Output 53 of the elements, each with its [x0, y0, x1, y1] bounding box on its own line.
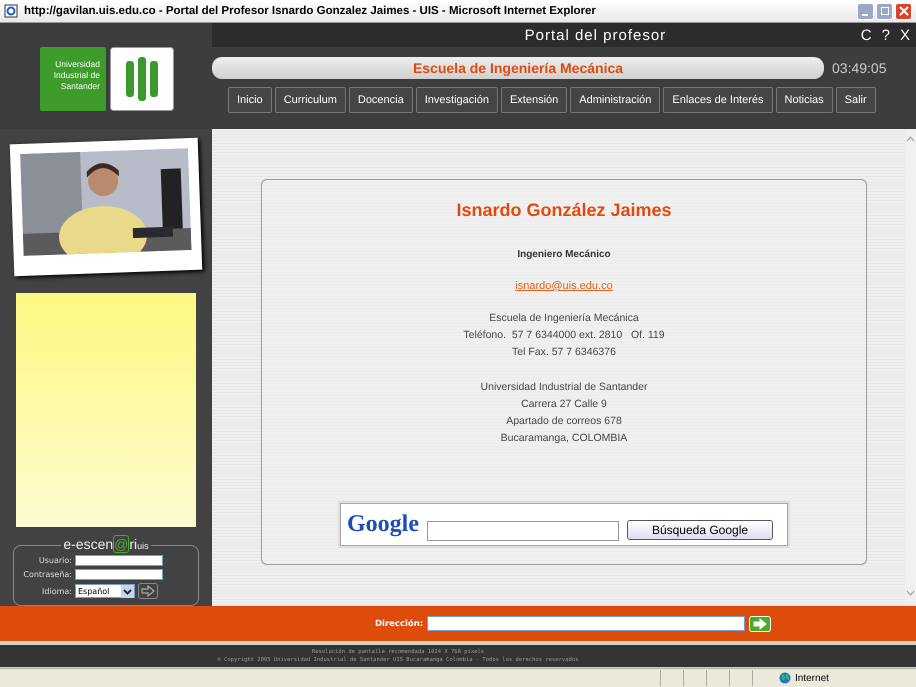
nav-button[interactable]: Curriculum — [274, 87, 346, 113]
zone-label: Internet — [795, 672, 829, 684]
nav-button[interactable]: Administración — [570, 87, 660, 113]
nav-button[interactable]: Docencia — [348, 87, 413, 113]
contact-line: Apartado de correos 678 — [506, 414, 622, 429]
password-field[interactable] — [75, 569, 163, 580]
clock-time: 03:49:05 — [832, 60, 886, 76]
header-control[interactable]: X — [898, 26, 912, 44]
scrollbar[interactable] — [905, 131, 916, 601]
address-field[interactable] — [427, 616, 746, 631]
nav-button[interactable]: Salir — [836, 87, 876, 113]
arrow-icon — [752, 618, 768, 630]
login-logo: e-escen@riuis — [61, 536, 151, 552]
contact-line: Universidad Industrial de Santander — [480, 380, 648, 395]
nav-button[interactable]: Extensión — [500, 87, 568, 113]
contact-line: Tel Fax. 57 7 6346376 — [512, 345, 616, 360]
portal-title: Portal del profesor — [524, 26, 668, 44]
globe-icon — [779, 672, 791, 684]
contact-line: Carrera 27 Calle 9 — [521, 397, 607, 412]
minimize-icon — [862, 14, 868, 16]
professor-name: Isnardo González Jaimes — [456, 200, 672, 221]
contact-line: Bucaramanga, COLOMBIA — [500, 431, 628, 446]
close-icon — [898, 6, 908, 16]
nav-button[interactable]: Noticias — [776, 87, 833, 113]
maximize-button[interactable] — [876, 2, 893, 20]
login-arrow-button[interactable] — [138, 583, 158, 599]
go-button[interactable] — [749, 616, 772, 632]
field-label: Idioma: — [41, 586, 72, 596]
header-control[interactable]: C — [858, 26, 874, 44]
close-button[interactable] — [895, 2, 912, 20]
contact-line: Escuela de Ingeniería Mecánica — [489, 311, 639, 326]
username-field[interactable] — [75, 555, 163, 566]
contact-line: Teléfono. 57 7 6344000 ext. 2810 Of. 119 — [463, 328, 665, 343]
field-label: Contraseña: — [22, 570, 72, 579]
page-icon — [4, 4, 18, 18]
address-label: Dirección: — [375, 618, 424, 628]
maximize-icon — [880, 6, 890, 16]
nav-button[interactable]: Inicio — [228, 87, 272, 113]
professor-title: Ingeniero Mecánico — [517, 249, 611, 260]
university-logo: Universidad Industrial de Santander — [40, 47, 106, 111]
search-field[interactable] — [427, 520, 619, 540]
uis-logo-icon — [110, 47, 174, 111]
nav-button[interactable]: Enlaces de Interés — [663, 87, 773, 113]
nav-button[interactable]: Investigación — [416, 87, 498, 113]
school-banner: Escuela de Ingeniería Mecánica — [212, 57, 824, 79]
header-control[interactable]: ? — [880, 26, 892, 44]
search-logo: Google — [347, 511, 419, 538]
window-title: http://gavilan.uis.edu.co - Portal del Profesor Isnardo Gonzalez Jaimes - UIS - Microsoft Internet Explorer — [24, 5, 597, 17]
search-button[interactable]: Búsqueda Google — [627, 520, 773, 540]
language-dropdown[interactable]: Español — [75, 584, 135, 598]
minimize-button[interactable] — [857, 2, 874, 20]
arrow-icon — [140, 584, 156, 598]
field-label: Usuario: — [38, 556, 72, 565]
